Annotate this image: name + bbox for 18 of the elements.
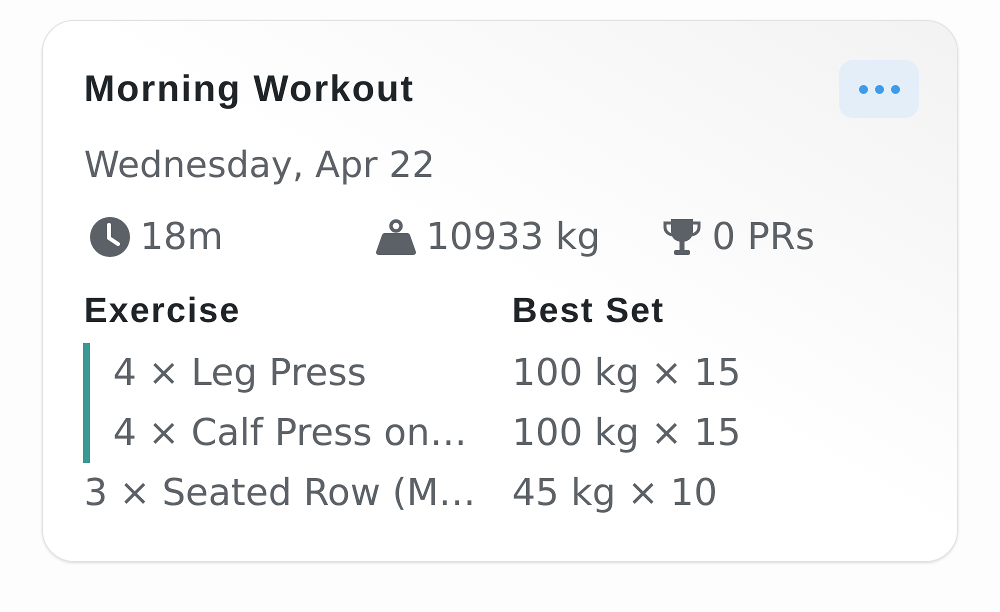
- trophy-icon: [662, 217, 702, 257]
- best-set-cell: 100 kg × 15: [512, 351, 741, 394]
- exercise-cell: 3 × Seated Row (M…: [84, 471, 476, 514]
- stat-value: 0 PRs: [712, 217, 815, 257]
- stat-value: 18m: [140, 217, 224, 257]
- best-set-cell: 45 kg × 10: [512, 471, 718, 514]
- column-header: Exercise: [84, 291, 241, 330]
- weight-icon: [376, 219, 416, 255]
- exercise-cell: 4 × Calf Press on…: [113, 411, 467, 454]
- workout-date: Wednesday, Apr 22: [84, 145, 435, 186]
- best-set-cell: 100 kg × 15: [512, 411, 741, 454]
- column-header: Best Set: [512, 291, 665, 330]
- exercise-cell: 4 × Leg Press: [113, 351, 366, 394]
- workout-title: Morning Workout: [84, 67, 415, 111]
- clock-icon: [90, 217, 130, 257]
- stat-value: 10933 kg: [426, 217, 600, 257]
- more-button[interactable]: [839, 60, 919, 118]
- more-icon: [858, 84, 900, 94]
